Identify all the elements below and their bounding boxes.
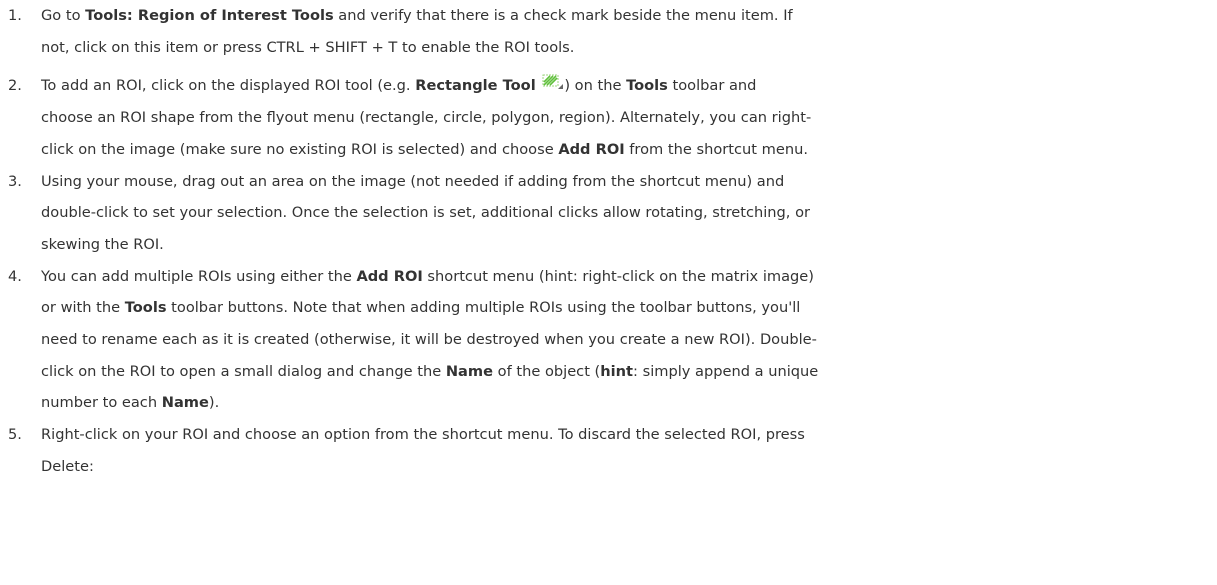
- step-line: number to each Name).: [41, 387, 1209, 419]
- menu-command: Add ROI: [356, 267, 423, 285]
- list-item-step-3: 3. Using your mouse, drag out an area on…: [0, 166, 1217, 261]
- step-line: need to rename each as it is created (ot…: [41, 331, 817, 349]
- step-text: toolbar and: [667, 77, 757, 95]
- step-line: You can add multiple ROIs using either t…: [41, 261, 1209, 293]
- step-line: skewing the ROI.: [41, 235, 164, 253]
- step-text: from the shortcut menu.: [624, 140, 808, 158]
- list-item-step-2: 2. To add an ROI, click on the displayed…: [0, 70, 1217, 165]
- step-number: 4.: [8, 267, 22, 285]
- step-number: 3.: [8, 172, 22, 190]
- step-text: ).: [208, 394, 220, 412]
- step-text: ) on the: [564, 77, 627, 95]
- step-number: 5.: [8, 426, 22, 444]
- field-name: Name: [445, 362, 494, 380]
- step-text: Go to: [41, 7, 86, 24]
- tool-name: Rectangle Tool: [415, 77, 536, 95]
- list-item-step-1: 1. Go to Tools: Region of Interest Tools…: [0, 0, 1217, 63]
- step-text: click on the ROI to open a small dialog …: [41, 362, 446, 380]
- step-text: of the object (: [493, 362, 601, 380]
- step-line: click on the ROI to open a small dialog …: [41, 356, 1209, 388]
- step-text: shortcut menu (hint: right-click on the …: [422, 267, 814, 285]
- step-text: and verify that there is a check mark be…: [333, 7, 793, 24]
- step-line: To add an ROI, click on the displayed RO…: [41, 70, 1209, 102]
- menu-command: Add ROI: [558, 140, 625, 158]
- step-line: not, click on this item or press CTRL + …: [41, 38, 575, 56]
- instruction-list: 1. Go to Tools: Region of Interest Tools…: [0, 0, 1217, 483]
- step-number: 2.: [8, 77, 22, 95]
- step-line: choose an ROI shape from the flyout menu…: [41, 109, 812, 127]
- step-line: Delete:: [41, 457, 94, 475]
- rectangle-tool-icon: [542, 74, 564, 92]
- step-line: Using your mouse, drag out an area on th…: [41, 172, 785, 190]
- step-line: Right-click on your ROI and choose an op…: [41, 426, 805, 444]
- list-item-step-5: 5. Right-click on your ROI and choose an…: [0, 419, 1217, 482]
- step-text: or with the: [41, 299, 125, 317]
- toolbar-name: Tools: [626, 77, 668, 95]
- step-line: click on the image (make sure no existin…: [41, 134, 1209, 166]
- step-line: double-click to set your selection. Once…: [41, 204, 811, 222]
- hint-label: hint: [600, 362, 634, 380]
- field-name: Name: [161, 394, 209, 412]
- step-number: 1.: [8, 7, 22, 24]
- step-text: : simply append a unique: [633, 362, 819, 380]
- step-line: Go to Tools: Region of Interest Tools an…: [41, 0, 1209, 32]
- step-line: or with the Tools toolbar buttons. Note …: [41, 292, 1209, 324]
- menu-path: Tools: Region of Interest Tools: [85, 7, 334, 24]
- toolbar-name: Tools: [124, 299, 167, 317]
- step-text: To add an ROI, click on the displayed RO…: [41, 77, 416, 95]
- step-text: toolbar buttons. Note that when adding m…: [166, 299, 801, 317]
- step-text: You can add multiple ROIs using either t…: [41, 267, 357, 285]
- step-text: click on the image (make sure no existin…: [41, 140, 559, 158]
- step-text: number to each: [41, 394, 162, 412]
- list-item-step-4: 4. You can add multiple ROIs using eithe…: [0, 261, 1217, 420]
